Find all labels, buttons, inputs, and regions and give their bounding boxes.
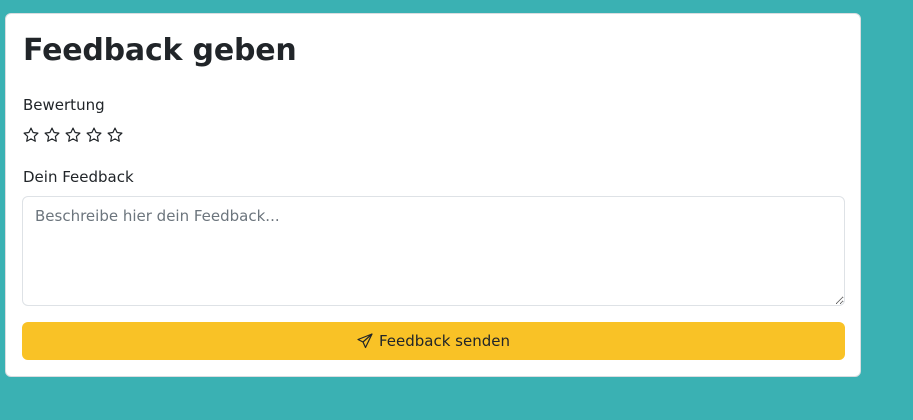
star-icon[interactable] (64, 126, 82, 144)
star-icon[interactable] (43, 126, 61, 144)
feedback-label: Dein Feedback (23, 168, 134, 186)
submit-feedback-button[interactable]: Feedback senden (22, 322, 845, 360)
star-icon[interactable] (106, 126, 124, 144)
star-icon[interactable] (85, 126, 103, 144)
feedback-card: Feedback geben Bewertung Dein Feedback F… (5, 13, 861, 377)
star-icon[interactable] (22, 126, 40, 144)
page-title: Feedback geben (23, 33, 297, 68)
star-rating (22, 126, 124, 144)
rating-label: Bewertung (23, 96, 105, 114)
feedback-textarea[interactable] (22, 196, 845, 306)
send-icon (357, 333, 373, 349)
submit-label: Feedback senden (378, 332, 510, 350)
